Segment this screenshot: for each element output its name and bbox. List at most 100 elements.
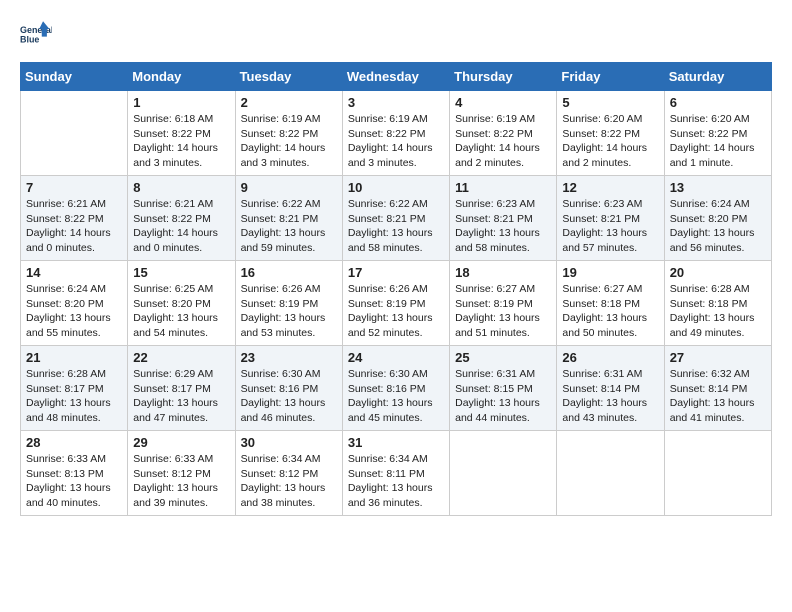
- cell-content: Sunrise: 6:27 AMSunset: 8:19 PMDaylight:…: [455, 282, 551, 341]
- calendar-cell: 29 Sunrise: 6:33 AMSunset: 8:12 PMDayligh…: [128, 431, 235, 516]
- day-number: 3: [348, 95, 444, 110]
- cell-content: Sunrise: 6:20 AMSunset: 8:22 PMDaylight:…: [670, 112, 766, 171]
- week-row-5: 28Sunrise: 6:33 AMSunset: 8:13 PMDayligh…: [21, 431, 772, 516]
- calendar-cell: [557, 431, 664, 516]
- cell-content: Sunrise: 6:18 AMSunset: 8:22 PMDaylight:…: [133, 112, 229, 171]
- day-number: 13: [670, 180, 766, 195]
- day-number: 12: [562, 180, 658, 195]
- cell-content: Sunrise: 6:30 AMSunset: 8:16 PMDaylight:…: [348, 367, 444, 426]
- cell-content: Sunrise: 6:19 AMSunset: 8:22 PMDaylight:…: [348, 112, 444, 171]
- calendar-cell: 28Sunrise: 6:33 AMSunset: 8:13 PMDayligh…: [21, 431, 128, 516]
- calendar-cell: 11 Sunrise: 6:23 AMSunset: 8:21 PMDayligh…: [450, 176, 557, 261]
- day-number: 21: [26, 350, 122, 365]
- cell-content: Sunrise: 6:33 AMSunset: 8:12 PMDaylight:…: [133, 452, 229, 511]
- calendar-cell: 13 Sunrise: 6:24 AMSunset: 8:20 PMDayligh…: [664, 176, 771, 261]
- cell-content: Sunrise: 6:21 AMSunset: 8:22 PMDaylight:…: [26, 197, 122, 256]
- cell-content: Sunrise: 6:22 AMSunset: 8:21 PMDaylight:…: [241, 197, 337, 256]
- calendar-header: SundayMondayTuesdayWednesdayThursdayFrid…: [21, 63, 772, 91]
- calendar-cell: 10Sunrise: 6:22 AMSunset: 8:21 PMDayligh…: [342, 176, 449, 261]
- day-number: 2: [241, 95, 337, 110]
- day-number: 15: [133, 265, 229, 280]
- calendar-cell: 19 Sunrise: 6:27 AMSunset: 8:18 PMDayligh…: [557, 261, 664, 346]
- cell-content: Sunrise: 6:29 AMSunset: 8:17 PMDaylight:…: [133, 367, 229, 426]
- day-number: 8: [133, 180, 229, 195]
- day-header-thursday: Thursday: [450, 63, 557, 91]
- calendar-cell: 30Sunrise: 6:34 AMSunset: 8:12 PMDayligh…: [235, 431, 342, 516]
- day-header-monday: Monday: [128, 63, 235, 91]
- calendar-body: 1Sunrise: 6:18 AMSunset: 8:22 PMDaylight…: [21, 91, 772, 516]
- day-header-tuesday: Tuesday: [235, 63, 342, 91]
- calendar-cell: 17 Sunrise: 6:26 AMSunset: 8:19 PMDayligh…: [342, 261, 449, 346]
- calendar-cell: 20Sunrise: 6:28 AMSunset: 8:18 PMDayligh…: [664, 261, 771, 346]
- day-header-saturday: Saturday: [664, 63, 771, 91]
- cell-content: Sunrise: 6:26 AMSunset: 8:19 PMDaylight:…: [241, 282, 337, 341]
- cell-content: Sunrise: 6:32 AMSunset: 8:14 PMDaylight:…: [670, 367, 766, 426]
- cell-content: Sunrise: 6:20 AMSunset: 8:22 PMDaylight:…: [562, 112, 658, 171]
- calendar-cell: [21, 91, 128, 176]
- day-number: 23: [241, 350, 337, 365]
- calendar-cell: 21Sunrise: 6:28 AMSunset: 8:17 PMDayligh…: [21, 346, 128, 431]
- calendar-cell: 24 Sunrise: 6:30 AMSunset: 8:16 PMDayligh…: [342, 346, 449, 431]
- week-row-4: 21Sunrise: 6:28 AMSunset: 8:17 PMDayligh…: [21, 346, 772, 431]
- cell-content: Sunrise: 6:21 AMSunset: 8:22 PMDaylight:…: [133, 197, 229, 256]
- cell-content: Sunrise: 6:22 AMSunset: 8:21 PMDaylight:…: [348, 197, 444, 256]
- day-number: 24: [348, 350, 444, 365]
- calendar-cell: 25 Sunrise: 6:31 AMSunset: 8:15 PMDayligh…: [450, 346, 557, 431]
- day-number: 27: [670, 350, 766, 365]
- day-number: 6: [670, 95, 766, 110]
- day-number: 16: [241, 265, 337, 280]
- calendar-cell: 23 Sunrise: 6:30 AMSunset: 8:16 PMDayligh…: [235, 346, 342, 431]
- page-header: GeneralBlue: [20, 20, 772, 52]
- calendar-cell: 14 Sunrise: 6:24 AMSunset: 8:20 PMDayligh…: [21, 261, 128, 346]
- calendar-cell: 26 Sunrise: 6:31 AMSunset: 8:14 PMDayligh…: [557, 346, 664, 431]
- week-row-3: 14 Sunrise: 6:24 AMSunset: 8:20 PMDayligh…: [21, 261, 772, 346]
- calendar-cell: 27 Sunrise: 6:32 AMSunset: 8:14 PMDayligh…: [664, 346, 771, 431]
- header-row: SundayMondayTuesdayWednesdayThursdayFrid…: [21, 63, 772, 91]
- day-number: 18: [455, 265, 551, 280]
- calendar-cell: 5Sunrise: 6:20 AMSunset: 8:22 PMDaylight…: [557, 91, 664, 176]
- calendar-cell: 15 Sunrise: 6:25 AMSunset: 8:20 PMDayligh…: [128, 261, 235, 346]
- calendar-cell: 22 Sunrise: 6:29 AMSunset: 8:17 PMDayligh…: [128, 346, 235, 431]
- cell-content: Sunrise: 6:27 AMSunset: 8:18 PMDaylight:…: [562, 282, 658, 341]
- cell-content: Sunrise: 6:23 AMSunset: 8:21 PMDaylight:…: [562, 197, 658, 256]
- day-number: 17: [348, 265, 444, 280]
- calendar-cell: 9 Sunrise: 6:22 AMSunset: 8:21 PMDaylight…: [235, 176, 342, 261]
- svg-text:Blue: Blue: [20, 34, 39, 44]
- day-number: 19: [562, 265, 658, 280]
- day-number: 22: [133, 350, 229, 365]
- day-number: 26: [562, 350, 658, 365]
- cell-content: Sunrise: 6:26 AMSunset: 8:19 PMDaylight:…: [348, 282, 444, 341]
- day-header-wednesday: Wednesday: [342, 63, 449, 91]
- day-number: 14: [26, 265, 122, 280]
- calendar-cell: 18 Sunrise: 6:27 AMSunset: 8:19 PMDayligh…: [450, 261, 557, 346]
- calendar-cell: 4 Sunrise: 6:19 AMSunset: 8:22 PMDaylight…: [450, 91, 557, 176]
- cell-content: Sunrise: 6:23 AMSunset: 8:21 PMDaylight:…: [455, 197, 551, 256]
- logo-icon: GeneralBlue: [20, 20, 52, 52]
- calendar-cell: 12 Sunrise: 6:23 AMSunset: 8:21 PMDayligh…: [557, 176, 664, 261]
- calendar-table: SundayMondayTuesdayWednesdayThursdayFrid…: [20, 62, 772, 516]
- calendar-cell: 16 Sunrise: 6:26 AMSunset: 8:19 PMDayligh…: [235, 261, 342, 346]
- calendar-cell: 2Sunrise: 6:19 AMSunset: 8:22 PMDaylight…: [235, 91, 342, 176]
- cell-content: Sunrise: 6:34 AMSunset: 8:12 PMDaylight:…: [241, 452, 337, 511]
- day-number: 4: [455, 95, 551, 110]
- cell-content: Sunrise: 6:24 AMSunset: 8:20 PMDaylight:…: [26, 282, 122, 341]
- calendar-cell: 31Sunrise: 6:34 AMSunset: 8:11 PMDayligh…: [342, 431, 449, 516]
- day-number: 9: [241, 180, 337, 195]
- calendar-cell: 8 Sunrise: 6:21 AMSunset: 8:22 PMDaylight…: [128, 176, 235, 261]
- calendar-cell: 7 Sunrise: 6:21 AMSunset: 8:22 PMDaylight…: [21, 176, 128, 261]
- cell-content: Sunrise: 6:24 AMSunset: 8:20 PMDaylight:…: [670, 197, 766, 256]
- calendar-cell: [450, 431, 557, 516]
- day-number: 7: [26, 180, 122, 195]
- cell-content: Sunrise: 6:28 AMSunset: 8:18 PMDaylight:…: [670, 282, 766, 341]
- calendar-cell: 1Sunrise: 6:18 AMSunset: 8:22 PMDaylight…: [128, 91, 235, 176]
- cell-content: Sunrise: 6:30 AMSunset: 8:16 PMDaylight:…: [241, 367, 337, 426]
- cell-content: Sunrise: 6:19 AMSunset: 8:22 PMDaylight:…: [455, 112, 551, 171]
- calendar-cell: 6 Sunrise: 6:20 AMSunset: 8:22 PMDaylight…: [664, 91, 771, 176]
- day-number: 29: [133, 435, 229, 450]
- day-number: 11: [455, 180, 551, 195]
- cell-content: Sunrise: 6:31 AMSunset: 8:15 PMDaylight:…: [455, 367, 551, 426]
- cell-content: Sunrise: 6:31 AMSunset: 8:14 PMDaylight:…: [562, 367, 658, 426]
- day-number: 25: [455, 350, 551, 365]
- cell-content: Sunrise: 6:34 AMSunset: 8:11 PMDaylight:…: [348, 452, 444, 511]
- cell-content: Sunrise: 6:25 AMSunset: 8:20 PMDaylight:…: [133, 282, 229, 341]
